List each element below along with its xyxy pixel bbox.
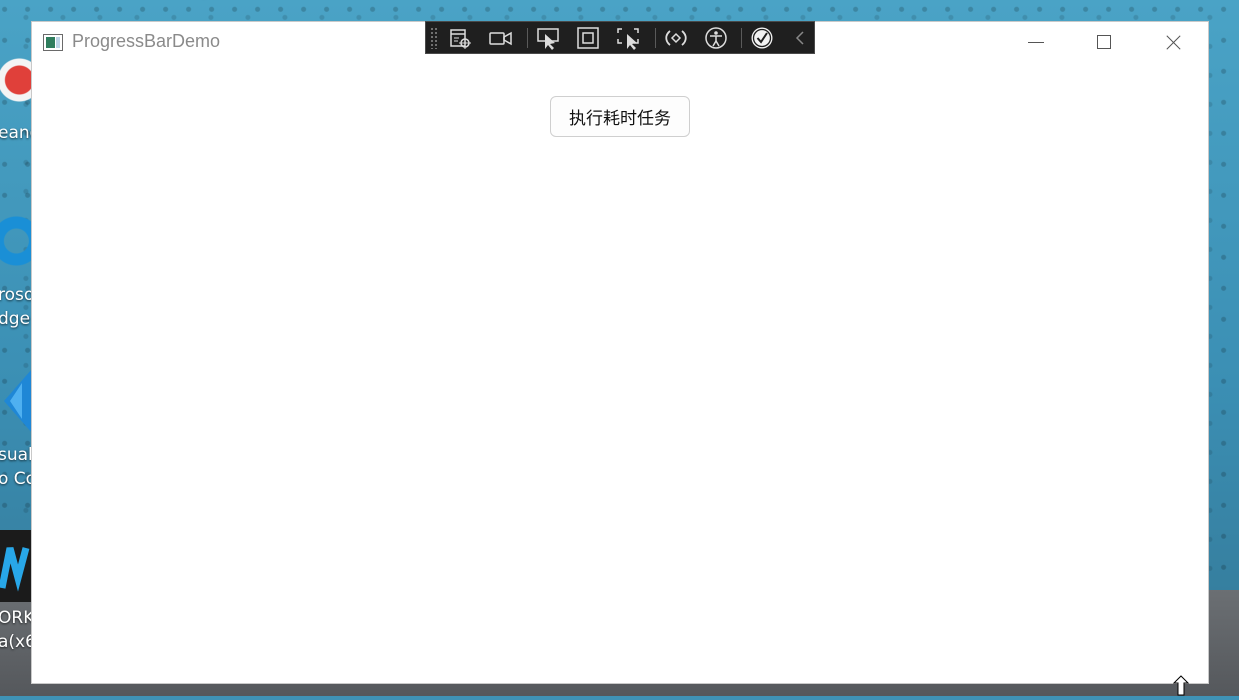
collapse-icon[interactable] <box>786 25 814 51</box>
close-button[interactable] <box>1140 22 1204 64</box>
ccleaner-icon <box>0 45 32 115</box>
toolbar-separator <box>527 28 528 48</box>
app-window: ProgressBarDemo 执行耗时任务 <box>31 21 1209 684</box>
record-icon[interactable] <box>486 25 514 51</box>
drag-handle[interactable] <box>430 27 438 49</box>
mouse-cursor <box>1172 675 1190 696</box>
app-window-icon[interactable] <box>43 34 63 51</box>
select-pointer-icon[interactable] <box>534 25 562 51</box>
hot-reload-icon[interactable] <box>662 25 690 51</box>
debug-toolbar <box>425 21 815 54</box>
accessibility-icon[interactable] <box>702 25 730 51</box>
track-focus-icon[interactable] <box>614 25 642 51</box>
check-icon[interactable] <box>748 25 776 51</box>
maximize-button[interactable] <box>1072 22 1136 64</box>
edge-icon <box>0 205 34 277</box>
workstation-icon <box>0 530 34 602</box>
window-title: ProgressBarDemo <box>72 31 221 51</box>
desktop-icon-label: sual <box>0 445 33 465</box>
vscode-icon <box>0 365 34 437</box>
select-element-icon[interactable] <box>446 25 474 51</box>
toolbar-separator <box>655 28 656 48</box>
desktop-icon-label: roso <box>0 285 35 305</box>
layout-adorner-icon[interactable] <box>574 25 602 51</box>
toolbar-separator <box>741 28 742 48</box>
run-long-task-button[interactable]: 执行耗时任务 <box>550 96 690 137</box>
minimize-button[interactable] <box>1004 22 1068 64</box>
desktop-icon-label: dge <box>0 309 31 329</box>
desktop-top-fragment: ¯ <box>200 0 208 11</box>
